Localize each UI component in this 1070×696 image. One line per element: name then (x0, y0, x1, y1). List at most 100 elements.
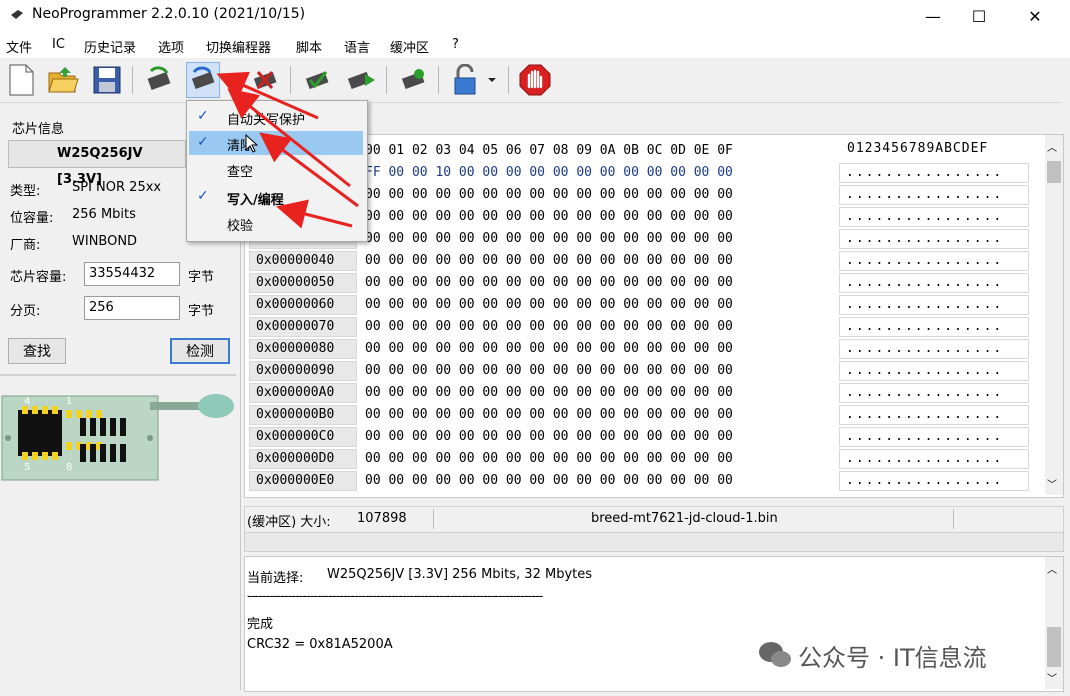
menu-buffer[interactable]: 缓冲区 (390, 37, 429, 56)
hex-ascii: ................ (839, 295, 1029, 315)
minimize-button[interactable]: — (910, 0, 956, 32)
menu-item-auto-unprotect[interactable]: ✓ 自动关写保护 (189, 105, 363, 129)
size-label: 位容量: (10, 211, 54, 226)
menu-options[interactable]: 选项 (158, 37, 184, 56)
hex-ascii: ................ (839, 207, 1029, 227)
menu-bar: 文件 IC 历史记录 选项 切换编程器 脚本 语言 缓冲区 ? (0, 32, 1070, 58)
hex-row[interactable]: 0x00000050 00 00 00 00 00 00 00 00 00 00 … (245, 273, 1045, 295)
window-title: NeoProgrammer 2.2.0.10 (2021/10/15) (32, 6, 306, 22)
stop-icon[interactable] (518, 62, 552, 98)
hex-row[interactable]: 0x000000B0 00 00 00 00 00 00 00 00 00 00 … (245, 405, 1045, 427)
log-scroll-up-icon[interactable]: ︿ (1047, 561, 1057, 576)
lock-dropdown-icon[interactable] (484, 62, 500, 98)
toolbar-separator (508, 66, 509, 94)
open-folder-icon[interactable] (46, 62, 80, 98)
socket-image (0, 388, 238, 484)
hex-bytes[interactable]: 00 00 00 00 00 00 00 00 00 00 00 00 00 0… (365, 185, 733, 205)
menu-ic[interactable]: IC (52, 37, 65, 52)
read-chip-icon[interactable] (142, 62, 176, 98)
size-value: 256 Mbits (72, 207, 136, 222)
hex-bytes[interactable]: 00 00 00 00 00 00 00 00 00 00 00 00 00 0… (365, 427, 733, 447)
log-scroll-down-icon[interactable]: ﹀ (1047, 670, 1057, 685)
vendor-value: WINBOND (72, 234, 138, 249)
log-current-label: 当前选择: (247, 571, 304, 586)
menu-language[interactable]: 语言 (344, 37, 370, 56)
hex-row[interactable]: 0x000000D0 00 00 00 00 00 00 00 00 00 00 … (245, 449, 1045, 471)
hex-bytes[interactable]: 00 00 00 00 00 00 00 00 00 00 00 00 00 0… (365, 405, 733, 425)
verify-chip-icon[interactable] (300, 62, 334, 98)
hex-row[interactable]: 0x00000040 00 00 00 00 00 00 00 00 00 00 … (245, 251, 1045, 273)
menu-item-blank-check[interactable]: 查空 (189, 157, 363, 181)
menu-item-verify[interactable]: 校验 (189, 211, 363, 235)
menu-help[interactable]: ? (452, 37, 459, 52)
log-current-value: W25Q256JV [3.3V] 256 Mbits, 32 Mbytes (327, 567, 593, 582)
menu-history[interactable]: 历史记录 (84, 37, 136, 56)
scroll-up-icon[interactable]: ︿ (1047, 139, 1057, 154)
menu-file[interactable]: 文件 (6, 37, 32, 56)
page-field[interactable]: 256 (84, 296, 180, 320)
status-divider (433, 509, 434, 529)
log-crc: CRC32 = 0x81A5200A (247, 637, 393, 652)
menu-script[interactable]: 脚本 (296, 37, 322, 56)
blank-check-icon[interactable] (344, 62, 378, 98)
hex-bytes[interactable]: 00 00 00 00 00 00 00 00 00 00 00 00 00 0… (365, 361, 733, 381)
buffer-filename: breed-mt7621-jd-cloud-1.bin (591, 511, 778, 526)
dropdown-arrow-icon[interactable] (222, 62, 238, 98)
hex-bytes[interactable]: FF 00 00 10 00 00 00 00 00 00 00 00 00 0… (365, 163, 733, 183)
hex-row[interactable]: 0x00000070 00 00 00 00 00 00 00 00 00 00 … (245, 317, 1045, 339)
hex-bytes[interactable]: 00 00 00 00 00 00 00 00 00 00 00 00 00 0… (365, 317, 733, 337)
lock-icon[interactable] (448, 62, 482, 98)
save-disk-icon[interactable] (90, 62, 124, 98)
hex-address: 0x00000080 (249, 339, 357, 359)
hex-row[interactable]: 0x000000A0 00 00 00 00 00 00 00 00 00 00 … (245, 383, 1045, 405)
mouse-cursor-icon (245, 134, 258, 153)
search-button[interactable]: 查找 (8, 338, 66, 364)
hex-bytes[interactable]: 00 00 00 00 00 00 00 00 00 00 00 00 00 0… (365, 229, 733, 249)
menu-item-erase[interactable]: ✓ 清除 (189, 131, 363, 155)
menu-switch-programmer[interactable]: 切换编程器 (206, 37, 271, 56)
capacity-label: 芯片容量: (10, 270, 67, 285)
hex-row[interactable]: 0x00000060 00 00 00 00 00 00 00 00 00 00 … (245, 295, 1045, 317)
type-value: SPI NOR 25xx (72, 180, 162, 195)
hex-row[interactable]: 0x000000E0 00 00 00 00 00 00 00 00 00 00 … (245, 471, 1045, 493)
app-icon (11, 10, 23, 19)
hex-bytes[interactable]: 00 00 00 00 00 00 00 00 00 00 00 00 00 0… (365, 207, 733, 227)
hex-address: 0x000000C0 (249, 427, 357, 447)
write-chip-icon[interactable] (186, 62, 220, 98)
hex-bytes[interactable]: 00 00 00 00 00 00 00 00 00 00 00 00 00 0… (365, 449, 733, 469)
hex-scrollbar[interactable]: ︿ ﹀ (1045, 135, 1063, 495)
maximize-button[interactable]: ☐ (956, 0, 1002, 32)
hex-bytes[interactable]: 00 00 00 00 00 00 00 00 00 00 00 00 00 0… (365, 339, 733, 359)
hex-row[interactable]: 0x00000090 00 00 00 00 00 00 00 00 00 00 … (245, 361, 1045, 383)
toolbar-separator (132, 66, 133, 94)
hex-bytes[interactable]: 00 00 00 00 00 00 00 00 00 00 00 00 00 0… (365, 273, 733, 293)
detect-button[interactable]: 检测 (170, 338, 230, 364)
panel-divider (0, 374, 236, 376)
toolbar-separator (290, 66, 291, 94)
hex-address: 0x00000040 (249, 251, 357, 271)
hex-address: 0x00000050 (249, 273, 357, 293)
close-button[interactable]: ✕ (1012, 0, 1058, 32)
buffer-size-label: (缓冲区) 大小: (247, 515, 331, 530)
hex-row[interactable]: 0x000000C0 00 00 00 00 00 00 00 00 00 00 … (245, 427, 1045, 449)
new-file-icon[interactable] (4, 62, 38, 98)
socket-pin-4: 4 (24, 396, 31, 407)
hex-bytes[interactable]: 00 00 00 00 00 00 00 00 00 00 00 00 00 0… (365, 471, 733, 491)
hex-address: 0x000000E0 (249, 471, 357, 491)
hex-ascii: ................ (839, 339, 1029, 359)
capacity-unit: 字节 (188, 270, 215, 285)
hex-ascii: ................ (839, 471, 1029, 491)
hex-bytes[interactable]: 00 00 00 00 00 00 00 00 00 00 00 00 00 0… (365, 251, 733, 271)
scroll-down-icon[interactable]: ﹀ (1047, 476, 1057, 491)
hex-bytes[interactable]: 00 00 00 00 00 00 00 00 00 00 00 00 00 0… (365, 383, 733, 403)
hex-bytes[interactable]: 00 00 00 00 00 00 00 00 00 00 00 00 00 0… (365, 295, 733, 315)
pane-splitter[interactable] (244, 532, 1064, 552)
hex-header-ascii: 0123456789ABCDEF (847, 141, 989, 156)
scroll-thumb[interactable] (1047, 161, 1061, 183)
erase-chip-icon[interactable] (248, 62, 282, 98)
hex-row[interactable]: 0x00000080 00 00 00 00 00 00 00 00 00 00 … (245, 339, 1045, 361)
capacity-field[interactable]: 33554432 (84, 262, 180, 286)
auto-icon[interactable] (396, 62, 430, 98)
hex-address: 0x00000060 (249, 295, 357, 315)
menu-item-write[interactable]: ✓ 写入/编程 (189, 185, 363, 209)
